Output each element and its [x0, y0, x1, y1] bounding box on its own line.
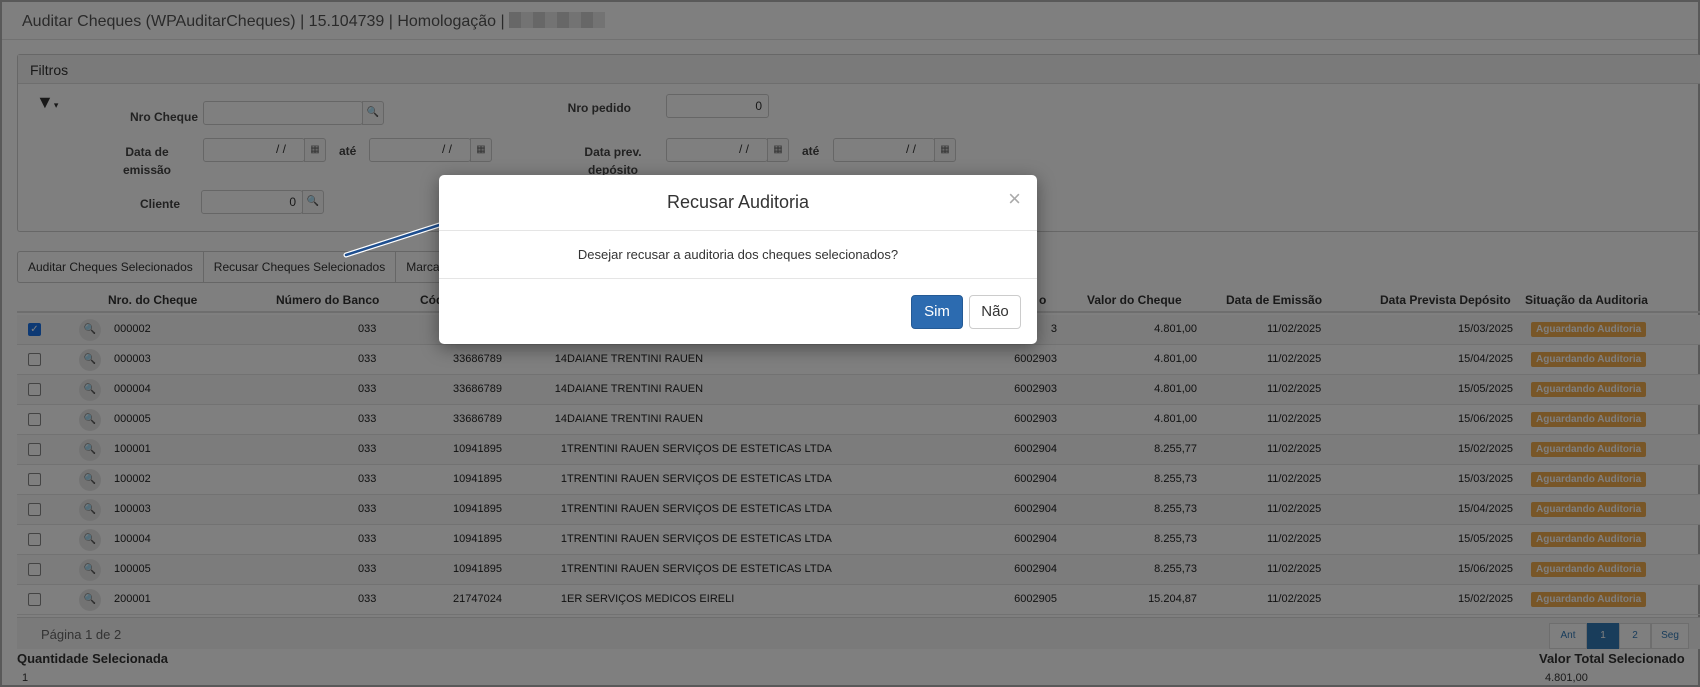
modal-title: Recusar Auditoria — [666, 192, 810, 212]
modal-message: Desejar recusar a auditoria dos cheques … — [439, 231, 1037, 279]
modal-header: Recusar Auditoria × — [439, 175, 1037, 231]
recusar-auditoria-modal: Recusar Auditoria × Desejar recusar a au… — [439, 175, 1037, 344]
sim-button[interactable]: Sim — [911, 295, 963, 329]
nao-button[interactable]: Não — [969, 295, 1021, 329]
close-icon[interactable]: × — [1008, 188, 1021, 210]
